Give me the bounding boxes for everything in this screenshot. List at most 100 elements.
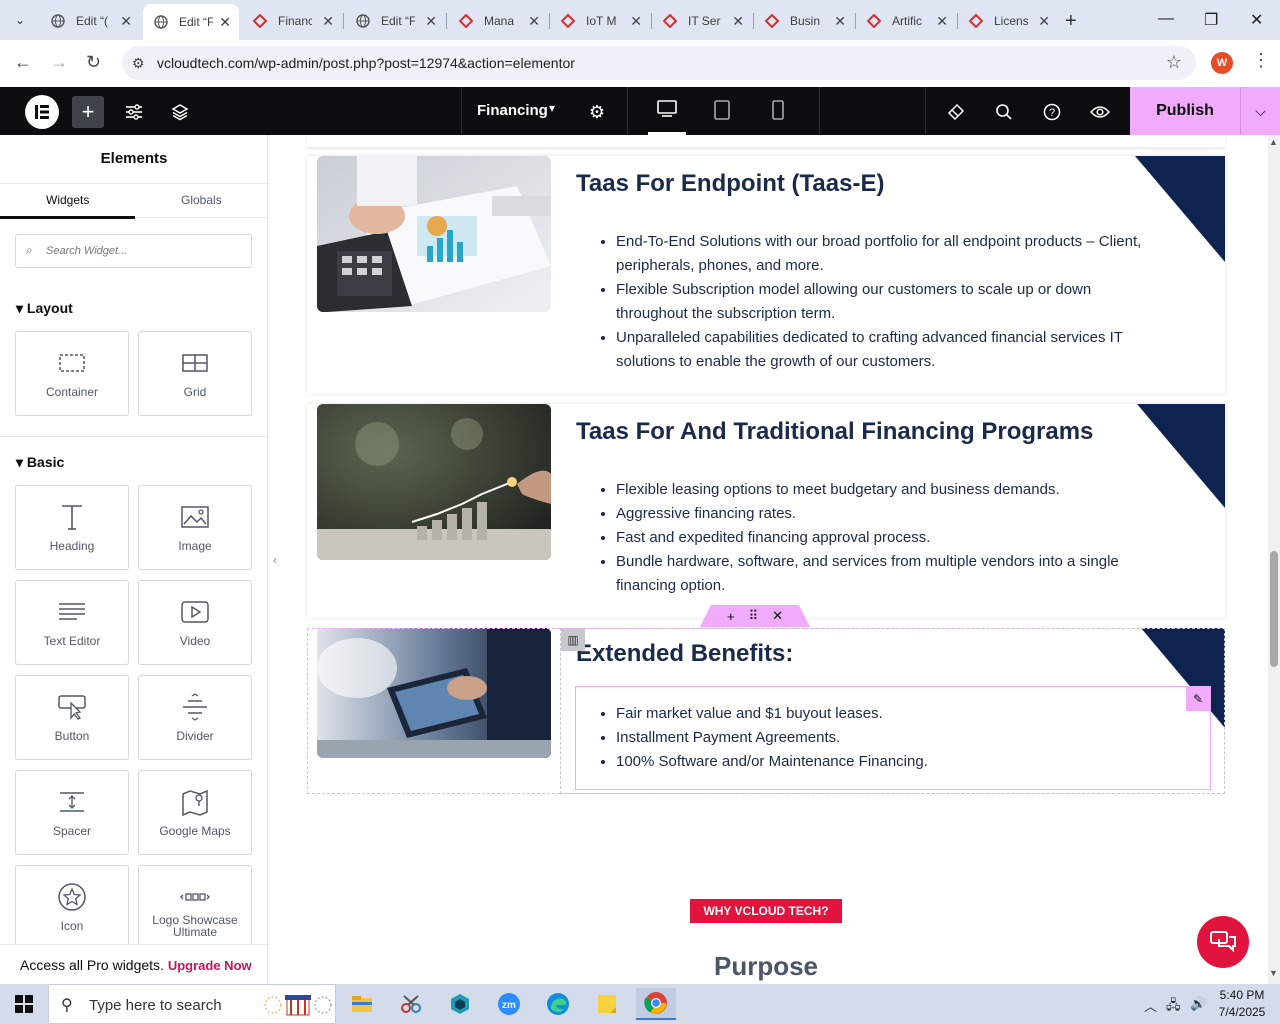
notes-rocket-icon[interactable]: [940, 96, 972, 128]
delete-container-icon[interactable]: ✕: [772, 608, 783, 624]
close-tab-icon[interactable]: ✕: [936, 13, 948, 30]
browser-tab-10[interactable]: Licens ✕: [958, 6, 1058, 36]
scrollbar-thumb[interactable]: [1270, 551, 1278, 667]
chrome-browser-icon[interactable]: [636, 988, 676, 1020]
minimize-icon[interactable]: —: [1158, 10, 1174, 28]
close-tab-icon[interactable]: ✕: [219, 14, 231, 31]
widget-text-editor[interactable]: Text Editor: [15, 580, 129, 665]
search-widget-input[interactable]: [46, 241, 246, 261]
widget-spacer[interactable]: Spacer: [15, 770, 129, 855]
widget-heading[interactable]: Heading: [15, 485, 129, 570]
file-explorer-icon[interactable]: [342, 988, 382, 1020]
close-tab-icon[interactable]: ✕: [732, 13, 744, 30]
address-bar[interactable]: ⚙ vcloudtech.com/wp-admin/post.php?post=…: [122, 46, 1196, 80]
close-window-icon[interactable]: ✕: [1250, 10, 1263, 30]
widget-button[interactable]: Button: [15, 675, 129, 760]
browser-menu-icon[interactable]: ⋮: [1252, 50, 1270, 71]
widget-logo-showcase-ultimate[interactable]: Logo Showcase Ultimate: [138, 865, 252, 950]
browser-tab-8[interactable]: Busin ✕: [754, 6, 854, 36]
close-tab-icon[interactable]: ✕: [630, 13, 642, 30]
section-traditional-financing[interactable]: Taas For And Traditional Financing Progr…: [307, 404, 1225, 618]
browser-tab-6[interactable]: IoT M ✕: [550, 6, 650, 36]
browser-tab-3[interactable]: Financ ✕: [242, 6, 342, 36]
new-tab-plus-icon[interactable]: +: [1065, 10, 1077, 33]
close-tab-icon[interactable]: ✕: [834, 13, 846, 30]
widget-image[interactable]: Image: [138, 485, 252, 570]
desktop-view-icon[interactable]: [656, 100, 678, 123]
site-settings-sliders-icon[interactable]: [118, 96, 150, 128]
taskbar-search[interactable]: ⚲ Type here to search: [48, 984, 336, 1024]
volume-icon[interactable]: 🔊: [1190, 996, 1206, 1012]
search-icon[interactable]: [988, 96, 1020, 128]
chevron-down-icon[interactable]: ▾: [549, 101, 555, 115]
snipping-tool-icon[interactable]: [391, 988, 431, 1020]
close-tab-icon[interactable]: ✕: [120, 13, 132, 30]
browser-tab-1[interactable]: Edit “( ✕: [40, 6, 140, 36]
collapse-panel-chevron-icon[interactable]: ‹: [268, 540, 282, 580]
widget-google-maps[interactable]: Google Maps: [138, 770, 252, 855]
widget-search[interactable]: ⌕: [15, 234, 252, 268]
browser-tab-7[interactable]: IT Ser ✕: [652, 6, 752, 36]
widget-divider[interactable]: Divider: [138, 675, 252, 760]
reload-icon[interactable]: ↻: [86, 52, 101, 73]
tablet-view-icon[interactable]: [713, 100, 731, 125]
close-tab-icon[interactable]: ✕: [425, 13, 437, 30]
profile-avatar[interactable]: W: [1211, 52, 1233, 74]
page-name-dropdown[interactable]: Financing: [477, 102, 548, 119]
app-hexagon-icon[interactable]: [440, 988, 480, 1020]
tab-widgets[interactable]: Widgets: [46, 193, 89, 207]
mobile-view-icon[interactable]: [771, 100, 785, 125]
restore-icon[interactable]: ❐: [1204, 10, 1218, 30]
add-container-plus-icon[interactable]: +: [727, 609, 735, 624]
network-icon[interactable]: 🖧: [1166, 996, 1181, 1018]
tray-overflow-chevron-icon[interactable]: ︿: [1144, 996, 1157, 1015]
windows-start-icon[interactable]: [0, 984, 48, 1024]
browser-tab-9[interactable]: Artific ✕: [856, 6, 956, 36]
structure-layers-icon[interactable]: [164, 96, 196, 128]
globe-icon: [355, 13, 371, 29]
drag-handle-icon[interactable]: ⠿: [749, 608, 759, 624]
edit-widget-pencil-icon[interactable]: ✎: [1186, 687, 1210, 711]
widget-video[interactable]: Video: [138, 580, 252, 665]
add-element-plus-icon[interactable]: +: [72, 96, 104, 128]
section-taas-endpoint[interactable]: Taas For Endpoint (Taas-E) End-To-End So…: [307, 156, 1225, 394]
close-tab-icon[interactable]: ✕: [1038, 13, 1050, 30]
tab-globals[interactable]: Globals: [181, 193, 222, 207]
site-info-icon[interactable]: ⚙: [132, 55, 145, 72]
tab-search-icon[interactable]: ⌄: [8, 8, 32, 32]
column-edit-icon[interactable]: ▥: [561, 629, 585, 651]
bookmark-star-icon[interactable]: ☆: [1166, 52, 1182, 73]
preview-eye-icon[interactable]: [1084, 96, 1116, 128]
page-settings-gear-icon[interactable]: ⚙: [581, 96, 613, 128]
browser-tab-4[interactable]: Edit “F ✕: [345, 6, 445, 36]
chat-bubble-button[interactable]: [1197, 916, 1249, 968]
edge-browser-icon[interactable]: [538, 988, 578, 1020]
publish-options-chevron-icon[interactable]: ⌵: [1240, 87, 1280, 135]
widget-container[interactable]: Container: [15, 331, 129, 416]
bullet-list: End-To-End Solutions with our broad port…: [616, 230, 1146, 374]
browser-tab-5[interactable]: Mana ✕: [448, 6, 548, 36]
widget-grid[interactable]: Grid: [138, 331, 252, 416]
taskbar-clock[interactable]: 5:40 PM 7/4/2025: [1214, 987, 1270, 1021]
sticky-notes-icon[interactable]: [587, 988, 627, 1020]
url-text[interactable]: vcloudtech.com/wp-admin/post.php?post=12…: [157, 55, 575, 71]
elementor-logo-icon[interactable]: [25, 95, 59, 129]
scroll-up-arrow-icon[interactable]: ▲: [1269, 137, 1278, 147]
close-tab-icon[interactable]: ✕: [528, 13, 540, 30]
spacer-icon: [57, 787, 87, 817]
basic-section-toggle[interactable]: ▾ Basic: [16, 454, 64, 471]
container-handle[interactable]: + ⠿ ✕: [700, 605, 810, 627]
browser-tab-2-active[interactable]: Edit “F ✕: [143, 4, 239, 40]
zoom-app-icon[interactable]: zm: [489, 988, 529, 1020]
upgrade-now-link[interactable]: Upgrade Now: [168, 958, 252, 973]
text-editor-widget-outline[interactable]: [575, 686, 1211, 790]
widget-icon[interactable]: Icon: [15, 865, 129, 950]
close-tab-icon[interactable]: ✕: [322, 13, 334, 30]
help-icon[interactable]: ?: [1036, 96, 1068, 128]
publish-button[interactable]: Publish: [1130, 87, 1240, 135]
forward-arrow-icon[interactable]: →: [50, 52, 68, 73]
layout-section-toggle[interactable]: ▾ Layout: [16, 300, 73, 317]
scroll-down-arrow-icon[interactable]: ▼: [1269, 968, 1278, 978]
list-item: Fast and expedited financing approval pr…: [616, 526, 1146, 550]
back-arrow-icon[interactable]: ←: [14, 52, 32, 73]
